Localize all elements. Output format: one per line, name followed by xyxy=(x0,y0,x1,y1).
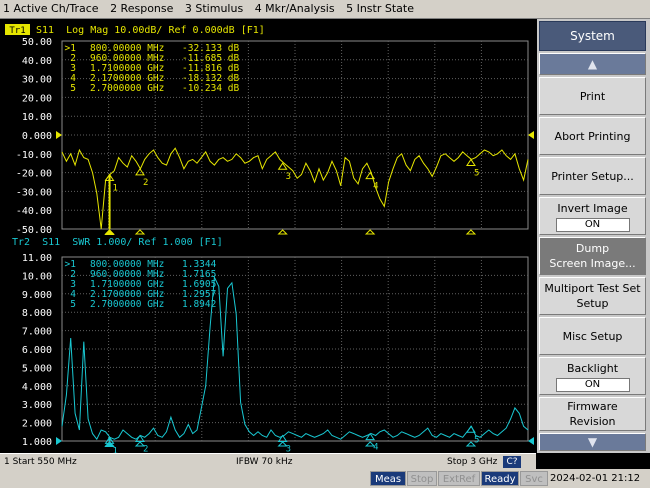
backlight-value: ON xyxy=(555,377,630,392)
ref-arrow-left-icon xyxy=(56,437,62,445)
invert-image-button[interactable]: Invert Image ON xyxy=(539,197,646,235)
y-tick-label: 7.000 xyxy=(22,327,52,338)
trace-plots: Tr1 S11 Log Mag 10.00dB/ Ref 0.000dB [F1… xyxy=(5,24,534,456)
misc-setup-button[interactable]: Misc Setup xyxy=(539,317,646,355)
ref-arrow-right-icon xyxy=(528,437,534,445)
y-tick-label: 8.000 xyxy=(22,308,52,319)
y-tick-label: 10.00 xyxy=(22,112,52,123)
marker-triangle-icon[interactable] xyxy=(365,171,376,180)
menu-mkr-analysis[interactable]: 4 Mkr/Analysis xyxy=(252,0,340,18)
trace1-marker-table: >1 800.00000 MHz -32.133 dB2 960.00000 MHz -… xyxy=(65,43,240,94)
y-tick-label: 2.000 xyxy=(22,419,52,430)
y-tick-label: -40.00 xyxy=(16,206,52,217)
marker-frequency: 2.7000000 GHz xyxy=(90,299,164,310)
marker-number: 3 xyxy=(286,172,291,182)
firmware-label-line2: Revision xyxy=(569,415,616,428)
y-tick-label: 30.00 xyxy=(22,75,52,86)
y-tick-label: 20.00 xyxy=(22,93,52,104)
multiport-test-set-setup-button[interactable]: Multiport Test Set Setup xyxy=(539,277,646,315)
dump-screen-image-button[interactable]: Dump Screen Image... xyxy=(539,237,646,275)
trace1-header: S11 Log Mag 10.00dB/ Ref 0.000dB [F1] xyxy=(30,25,265,36)
y-tick-label: 9.000 xyxy=(22,290,52,301)
indicator-stop: Stop xyxy=(407,471,437,486)
indicator-meas: Meas xyxy=(370,471,406,486)
y-tick-label: 4.000 xyxy=(22,382,52,393)
trace1-markers: 1 2 3 4 5 xyxy=(104,158,479,235)
marker-frequency: 2.7000000 GHz xyxy=(90,83,164,94)
dump-label-line1: Dump xyxy=(575,242,610,255)
multiport-label-line1: Multiport Test Set xyxy=(544,282,641,295)
multiport-label-line2: Setup xyxy=(576,297,609,310)
marker-id: 5 xyxy=(70,83,76,94)
ifbw-value[interactable]: IFBW 70 kHz xyxy=(236,454,292,470)
print-button[interactable]: Print xyxy=(539,77,646,115)
sweep-start[interactable]: 1 Start 550 MHz xyxy=(4,454,77,470)
y-tick-label: 40.00 xyxy=(22,56,52,67)
y-tick-label: 6.000 xyxy=(22,345,52,356)
y-tick-label: -50.00 xyxy=(16,225,52,236)
marker-axis-triangle-icon xyxy=(134,229,146,235)
abort-printing-button[interactable]: Abort Printing xyxy=(539,117,646,155)
marker-number: 5 xyxy=(474,168,479,178)
indicator-svc: Svc xyxy=(520,471,548,486)
date-time: 2024-02-01 21:12 xyxy=(550,473,641,484)
invert-image-label: Invert Image xyxy=(557,201,628,215)
y-tick-label: -20.00 xyxy=(16,169,52,180)
ref-arrow-right-icon xyxy=(528,131,534,139)
y-tick-label: 0.000 xyxy=(22,131,52,142)
marker-id: 5 xyxy=(70,299,76,310)
marker-number: 1 xyxy=(113,446,118,453)
channel-status-bar: 1 Start 550 MHz IFBW 70 kHz Stop 3 GHz C… xyxy=(0,453,536,470)
ref-arrow-left-icon xyxy=(56,131,62,139)
trace2-markers: 1 2 3 45 xyxy=(104,425,479,456)
marker-value: -10.234 dB xyxy=(182,83,239,94)
measurement-display[interactable]: Tr1 S11 Log Mag 10.00dB/ Ref 0.000dB [F1… xyxy=(0,19,536,456)
menu-active-ch-trace[interactable]: 1 Active Ch/Trace xyxy=(0,0,104,18)
sweep-stop[interactable]: Stop 3 GHz xyxy=(447,454,497,470)
marker-axis-triangle-icon xyxy=(364,229,376,235)
marker-axis-triangle-icon xyxy=(465,229,477,235)
instrument-status-bar: Meas Stop ExtRef Ready Svc 2024-02-01 21… xyxy=(0,469,650,488)
printer-setup-button[interactable]: Printer Setup... xyxy=(539,157,646,195)
y-tick-label: 10.00 xyxy=(22,271,52,282)
firmware-revision-button[interactable]: Firmware Revision xyxy=(539,397,646,431)
firmware-label-line1: Firmware xyxy=(567,400,618,413)
dump-label-line2: Screen Image... xyxy=(549,257,636,270)
trace2-marker-table: >1 800.00000 MHz 1.33442 960.00000 MHz 1.716… xyxy=(65,259,217,310)
marker-number: 4 xyxy=(373,182,378,192)
marker-triangle-icon[interactable] xyxy=(466,158,476,166)
marker-value: 1.8942 xyxy=(182,299,216,310)
scroll-up-arrow-icon[interactable]: ▲ xyxy=(539,53,646,75)
indicator-extref: ExtRef xyxy=(438,471,480,486)
marker-axis-triangle-icon xyxy=(277,229,288,235)
marker-triangle-icon[interactable] xyxy=(135,167,145,176)
active-marker-icon[interactable] xyxy=(104,229,115,235)
menu-instr-state[interactable]: 5 Instr State xyxy=(343,0,419,18)
invert-image-value: ON xyxy=(555,217,630,232)
y-tick-label: 5.000 xyxy=(22,363,52,374)
y-tick-label: 1.000 xyxy=(22,437,52,448)
y-tick-label: 3.000 xyxy=(22,400,52,411)
y-tick-label: -10.00 xyxy=(16,150,52,161)
marker-number: 4 xyxy=(373,443,378,453)
softkey-title-system: System xyxy=(539,21,646,51)
marker-number: 2 xyxy=(143,178,148,188)
marker-triangle-icon[interactable] xyxy=(466,425,476,433)
trace2-header: Tr2 S11 SWR 1.000/ Ref 1.000 [F1] xyxy=(12,237,223,248)
trace1-tag[interactable]: Tr1 xyxy=(9,26,25,36)
menu-bar: 1 Active Ch/Trace 2 Response 3 Stimulus … xyxy=(0,0,650,19)
marker-number: 5 xyxy=(474,435,479,445)
menu-response[interactable]: 2 Response xyxy=(107,0,178,18)
backlight-label: Backlight xyxy=(566,361,619,375)
backlight-button[interactable]: Backlight ON xyxy=(539,357,646,395)
menu-stimulus[interactable]: 3 Stimulus xyxy=(182,0,248,18)
y-tick-label: 50.00 xyxy=(22,37,52,48)
softkey-panel: System ▲ Print Abort Printing Printer Se… xyxy=(537,19,650,453)
y-tick-label: 11.00 xyxy=(22,253,52,264)
scroll-down-arrow-icon[interactable]: ▼ xyxy=(539,433,646,451)
indicator-ready: Ready xyxy=(481,471,519,486)
marker-number: 1 xyxy=(113,183,118,193)
channel-indicator[interactable]: C? xyxy=(503,456,521,468)
y-tick-label: -30.00 xyxy=(16,187,52,198)
